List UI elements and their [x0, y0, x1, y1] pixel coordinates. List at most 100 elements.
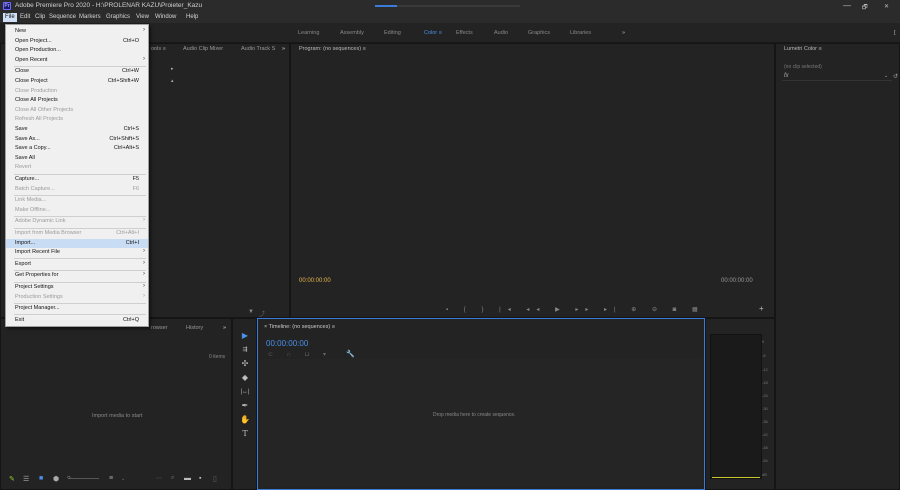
- menu-edit[interactable]: Edit: [20, 14, 30, 20]
- file-menu-item-get-properties-for[interactable]: Get Properties for ›: [6, 271, 148, 281]
- file-menu-item-save[interactable]: Save Ctrl+S: [6, 125, 148, 135]
- file-menu-item-close-production[interactable]: Close Production: [6, 87, 148, 97]
- file-menu-item-open-recent[interactable]: Open Recent ›: [6, 56, 148, 66]
- file-menu-item-save-a-copy[interactable]: Save a Copy... Ctrl+Alt+S: [6, 144, 148, 154]
- export-icon[interactable]: ⤴: [259, 309, 265, 318]
- workspace-learning[interactable]: Learning: [298, 30, 319, 36]
- effect-dropdown[interactable]: [782, 72, 892, 81]
- timeline-panel: × Timeline: (no sequences) ≡ 00:00:00:00…: [257, 318, 705, 490]
- list-view-icon[interactable]: ☰: [23, 475, 29, 483]
- workspace-editing[interactable]: Editing: [384, 30, 401, 36]
- expand-arrow-icon[interactable]: ▸: [171, 66, 174, 72]
- workspace-audio[interactable]: Audio: [494, 30, 508, 36]
- slip-tool-icon[interactable]: |↔|: [240, 387, 250, 397]
- file-menu-item-export[interactable]: Export ›: [6, 260, 148, 270]
- file-menu-item-new[interactable]: New ›: [6, 27, 148, 37]
- menu-clip[interactable]: Clip: [35, 14, 45, 20]
- workspace-color[interactable]: Color ≡: [424, 30, 442, 36]
- ripple-edit-tool-icon[interactable]: ✣: [240, 359, 250, 369]
- new-bin-icon[interactable]: ▬: [184, 475, 191, 482]
- file-menu-item-project-settings[interactable]: Project Settings ›: [6, 283, 148, 293]
- file-menu-item-import[interactable]: Import... Ctrl+I: [6, 238, 148, 249]
- timeline-tool-buttons[interactable]: ⊂ ∩ ⊔ ▾: [268, 351, 332, 358]
- workspace-effects[interactable]: Effects: [456, 30, 473, 36]
- chevron-down-icon[interactable]: ⌄: [884, 73, 888, 79]
- menu-item-label: Adobe Dynamic Link: [15, 218, 66, 225]
- filter-icon[interactable]: ▼: [248, 309, 254, 315]
- playhead-timecode[interactable]: 00:00:00:00: [299, 278, 331, 284]
- automate-icon[interactable]: ⋯: [156, 475, 162, 482]
- type-tool-icon[interactable]: T: [240, 429, 250, 439]
- file-menu-item-exit[interactable]: Exit Ctrl+Q: [6, 316, 148, 326]
- transport-controls[interactable]: ▪ { } |◂ ◂◂ ▶ ▸▸ ▸| ⊕ ⊖ ◙ ▦: [446, 306, 705, 313]
- file-menu-item-revert[interactable]: Revert: [6, 163, 148, 173]
- sort-chevron-icon[interactable]: ⌄: [121, 476, 125, 482]
- file-menu-item-capture[interactable]: Capture... F5: [6, 175, 148, 185]
- track-select-tool-icon[interactable]: ⇶: [240, 345, 250, 355]
- file-menu-item-import-from-media-browser[interactable]: Import from Media Browser Ctrl+Alt+I: [6, 229, 148, 239]
- lumetri-title[interactable]: Lumetri Color ≡: [784, 46, 822, 52]
- tab-audio-clip-mixer[interactable]: Audio Clip Mixer: [183, 46, 223, 52]
- tab-media-browser[interactable]: rowser: [151, 325, 168, 331]
- workspace-libraries[interactable]: Libraries: [570, 30, 591, 36]
- file-menu-item-close-project[interactable]: Close Project Ctrl+Shift+W: [6, 77, 148, 87]
- file-menu-item-make-offline[interactable]: Make Offline...: [6, 206, 148, 216]
- file-menu-item-close[interactable]: Close Ctrl+W: [6, 67, 148, 77]
- hand-tool-icon[interactable]: ✋: [240, 415, 250, 425]
- file-menu-item-link-media[interactable]: Link Media...: [6, 196, 148, 206]
- reset-icon[interactable]: ↺: [893, 73, 898, 80]
- file-menu-item-import-recent-file[interactable]: Import Recent File ›: [6, 248, 148, 258]
- add-button-icon[interactable]: +: [759, 304, 764, 313]
- file-menu-item-close-all-other-projects[interactable]: Close All Other Projects: [6, 106, 148, 116]
- panel-overflow-button[interactable]: »: [223, 325, 226, 331]
- meter-tick: -36: [762, 419, 768, 424]
- file-menu-item-batch-capture[interactable]: Batch Capture... F6: [6, 185, 148, 195]
- file-menu-item-refresh-all-projects[interactable]: Refresh All Projects: [6, 115, 148, 125]
- collapse-arrow-icon[interactable]: ▴: [171, 78, 174, 84]
- workspace-assembly[interactable]: Assembly: [340, 30, 364, 36]
- icon-view-icon[interactable]: ■: [39, 475, 43, 482]
- menu-window[interactable]: Window: [155, 14, 176, 20]
- menu-sequence[interactable]: Sequence: [49, 14, 76, 20]
- tab-audio-track-mixer[interactable]: Audio Track S: [241, 46, 275, 52]
- timeline-timecode[interactable]: 00:00:00:00: [266, 339, 308, 348]
- program-monitor-title[interactable]: Program: (no sequences) ≡: [299, 46, 366, 52]
- workspace-graphics[interactable]: Graphics: [528, 30, 550, 36]
- file-menu-item-project-manager[interactable]: Project Manager...: [6, 304, 148, 314]
- menu-file[interactable]: File: [3, 13, 17, 22]
- menu-item-label: Close Production: [15, 87, 57, 94]
- pencil-icon[interactable]: ✎: [9, 475, 15, 483]
- file-menu-item-adobe-dynamic-link[interactable]: Adobe Dynamic Link ›: [6, 217, 148, 227]
- pen-tool-icon[interactable]: ✒: [240, 401, 250, 411]
- file-menu-item-close-all-projects[interactable]: Close All Projects: [6, 96, 148, 106]
- zoom-slider[interactable]: [69, 478, 99, 479]
- razor-tool-icon[interactable]: ◆: [240, 373, 250, 383]
- tab-history[interactable]: History: [186, 325, 203, 331]
- tab-tools[interactable]: ools ≡: [151, 46, 166, 52]
- new-item-icon[interactable]: ▪: [199, 475, 201, 482]
- menu-view[interactable]: View: [136, 14, 149, 20]
- menu-graphics[interactable]: Graphics: [106, 14, 130, 20]
- timeline-track-area[interactable]: [260, 359, 702, 487]
- timeline-title[interactable]: × Timeline: (no sequences) ≡: [264, 324, 335, 330]
- trash-icon[interactable]: ▯: [213, 475, 217, 483]
- search-icon[interactable]: ⌕: [171, 475, 174, 482]
- file-menu-item-open-production[interactable]: Open Production...: [6, 46, 148, 56]
- file-menu-item-save-all[interactable]: Save All: [6, 154, 148, 164]
- panel-overflow-button[interactable]: »: [282, 46, 285, 52]
- import-media-message[interactable]: Import media to start: [92, 413, 142, 419]
- menu-markers[interactable]: Markers: [79, 14, 101, 20]
- file-menu-item-open-project[interactable]: Open Project... Ctrl+O: [6, 37, 148, 47]
- minimize-button[interactable]: —: [843, 1, 851, 10]
- workspace-edge-marker: [: [894, 30, 896, 36]
- wrench-icon[interactable]: 🔧: [346, 350, 355, 358]
- freeform-view-icon[interactable]: ⬢: [53, 475, 59, 483]
- file-menu-item-save-as[interactable]: Save As... Ctrl+Shift+S: [6, 135, 148, 145]
- file-menu-item-production-settings[interactable]: Production Settings ›: [6, 293, 148, 303]
- close-button[interactable]: ✕: [884, 3, 889, 10]
- workspace-overflow-button[interactable]: »: [622, 30, 625, 36]
- zoom-slider-handle[interactable]: ○: [67, 475, 71, 481]
- menu-help[interactable]: Help: [186, 14, 198, 20]
- sort-icon[interactable]: ≡: [109, 475, 113, 482]
- selection-tool-icon[interactable]: ▶: [240, 331, 250, 341]
